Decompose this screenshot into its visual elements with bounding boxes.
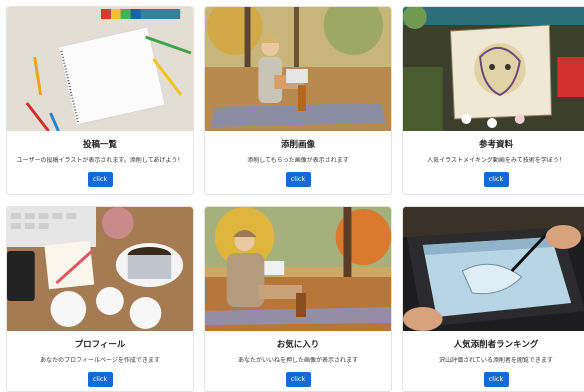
click-button[interactable]: click [87, 372, 113, 387]
click-button[interactable]: click [483, 372, 509, 387]
card-title: 投稿一覧 [82, 140, 117, 150]
card-description: 沢山評価されている添削者を閲覧できます [439, 357, 553, 364]
card-ranking: 人気添削者ランキング 沢山評価されている添削者を閲覧できます click [402, 206, 584, 392]
card-title: プロフィール [74, 340, 126, 350]
card-description: あなたがいいねを押した画像が表示されます [237, 357, 358, 364]
click-button[interactable]: click [483, 172, 509, 187]
card-image-autumn-park [205, 207, 391, 331]
card-image-sketchbook [7, 7, 193, 131]
card-posts: 投稿一覧 ユーザーの投稿イラストが表示されます。添削してあげよう！ click [6, 6, 194, 195]
card-title: 人気添削者ランキング [453, 340, 539, 350]
card-corrected-images: 添削画像 添削してもらった画像が表示されます click [204, 6, 392, 195]
card-title: 添削画像 [280, 140, 315, 150]
click-button[interactable]: click [87, 172, 113, 187]
card-description: 添削してもらった画像が表示されます [247, 157, 349, 164]
click-button[interactable]: click [285, 172, 311, 187]
click-button[interactable]: click [285, 372, 311, 387]
card-favorites: お気に入り あなたがいいねを押した画像が表示されます click [204, 206, 392, 392]
card-image-pen-tablet [403, 207, 584, 331]
card-description: 人気イラストメイキング動画をみて技術を学ぼう！ [427, 157, 565, 164]
card-title: 参考資料 [478, 140, 513, 150]
card-description: あなたのプロフィールページを作成できます [40, 357, 160, 364]
card-image-painting [403, 7, 584, 131]
card-description: ユーザーの投稿イラストが表示されます。添削してあげよう！ [16, 157, 184, 164]
card-profile: プロフィール あなたのプロフィールページを作成できます click [6, 206, 194, 392]
card-image-laptop-picnic [205, 7, 391, 131]
card-grid: 投稿一覧 ユーザーの投稿イラストが表示されます。添削してあげよう！ click [0, 0, 584, 392]
card-image-coffee [7, 207, 193, 331]
card-title: お気に入り [276, 340, 320, 350]
card-reference: 参考資料 人気イラストメイキング動画をみて技術を学ぼう！ click [402, 6, 584, 195]
